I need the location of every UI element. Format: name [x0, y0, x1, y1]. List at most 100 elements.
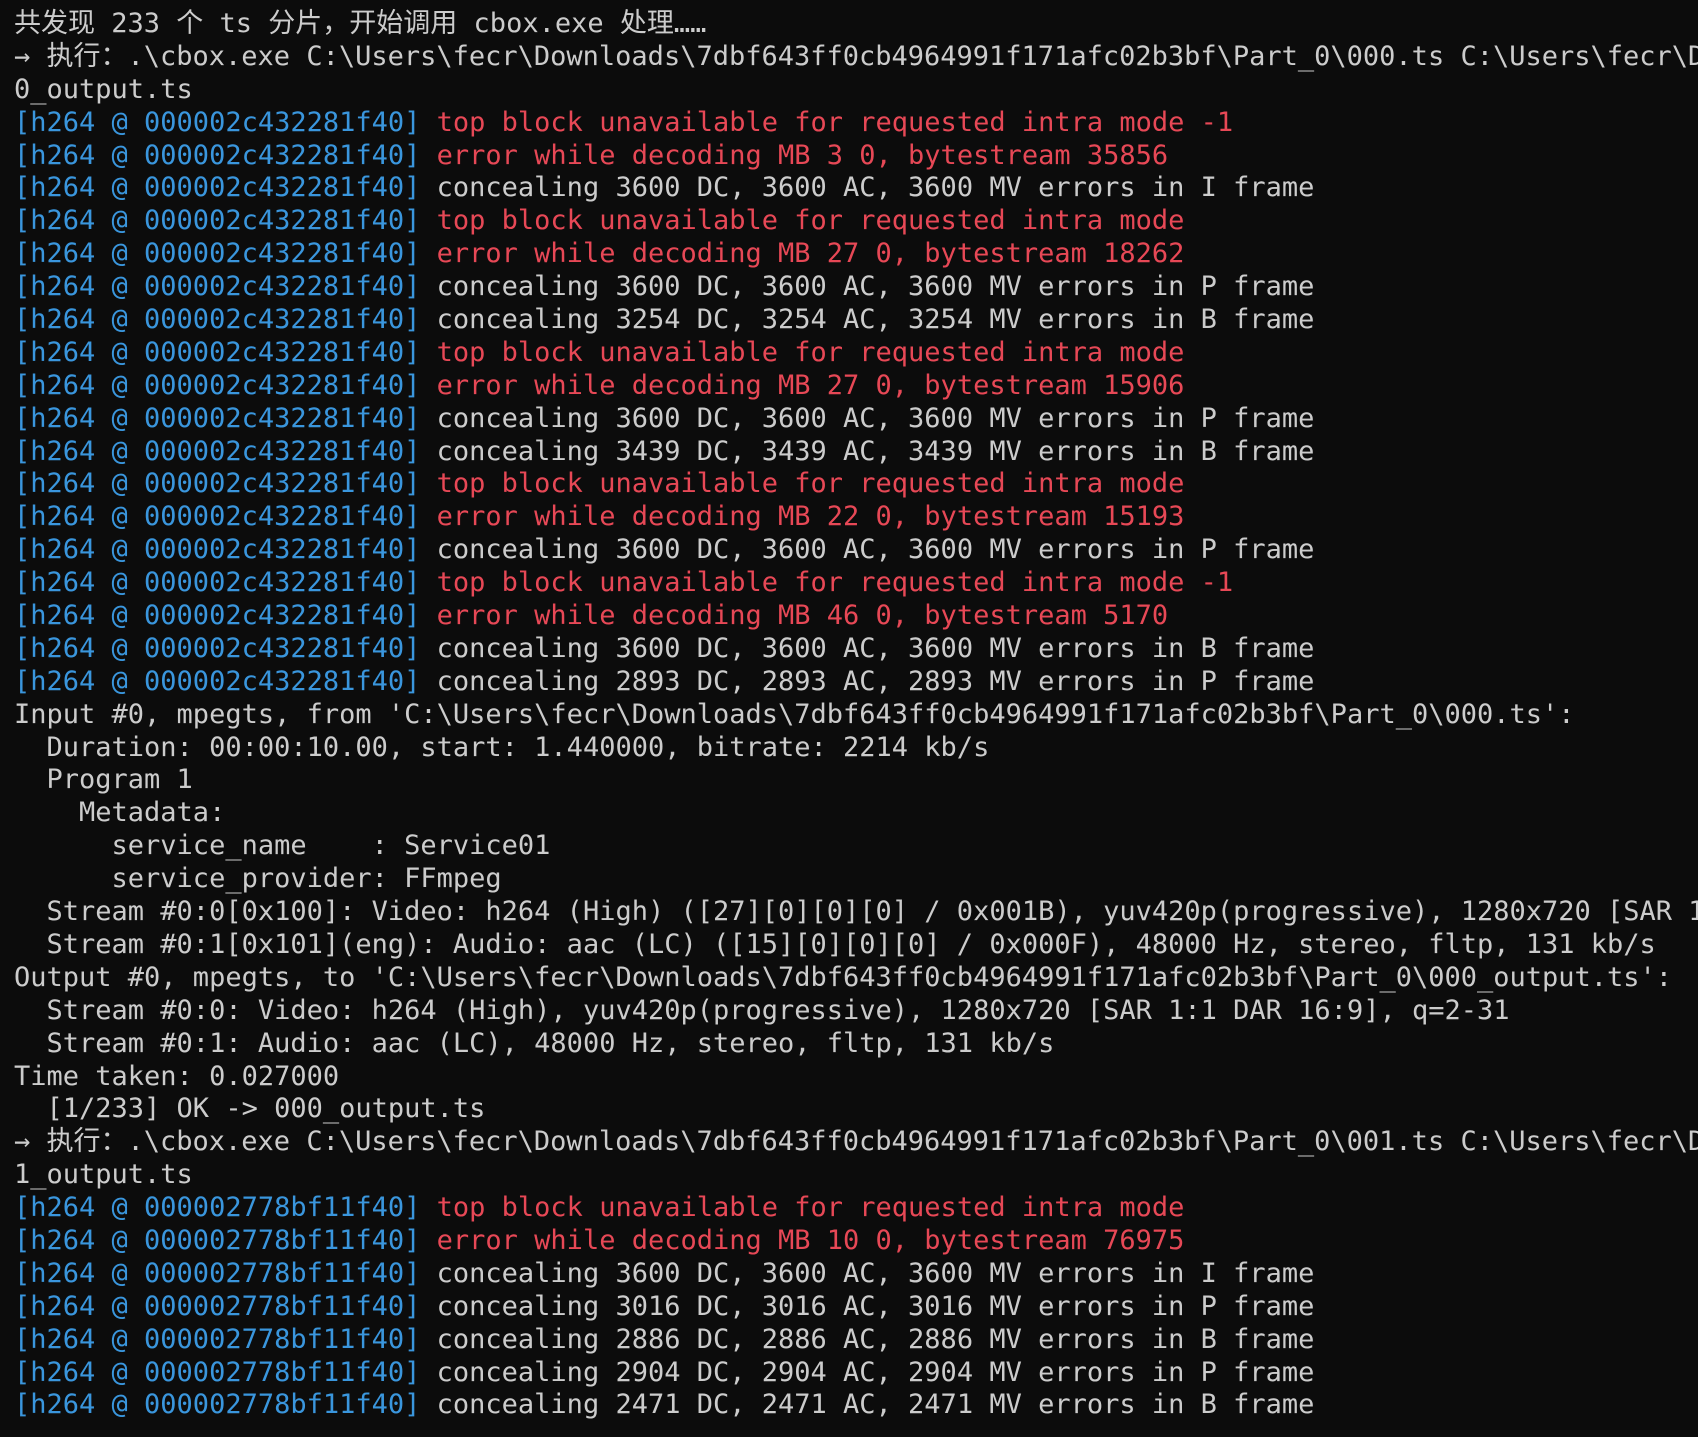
- log-text: concealing 3254 DC, 3254 AC, 3254 MV err…: [436, 304, 1315, 336]
- terminal-line: Duration: 00:00:10.00, start: 1.440000, …: [14, 732, 1698, 765]
- log-text: concealing 3600 DC, 3600 AC, 3600 MV err…: [436, 271, 1315, 303]
- terminal-line: [h264 @ 000002778bf11f40] concealing 301…: [14, 1291, 1698, 1324]
- terminal-output[interactable]: 共发现 233 个 ts 分片，开始调用 cbox.exe 处理…… → 执行：.…: [0, 0, 1698, 1437]
- log-text: Metadata:: [14, 797, 226, 829]
- log-source-tag: [h264 @ 000002c432281f40]: [14, 468, 437, 500]
- log-text: 0_output.ts: [14, 73, 193, 105]
- terminal-line: [h264 @ 000002c432281f40] concealing 360…: [14, 172, 1698, 205]
- terminal-line: [h264 @ 000002778bf11f40] concealing 360…: [14, 1258, 1698, 1291]
- terminal-line: [h264 @ 000002c432281f40] error while de…: [14, 501, 1698, 534]
- terminal-line: [h264 @ 000002c432281f40] concealing 289…: [14, 666, 1698, 699]
- log-error-text: error while decoding MB 10 0, bytestream…: [436, 1224, 1185, 1256]
- terminal-line: [h264 @ 000002c432281f40] top block unav…: [14, 107, 1698, 140]
- log-text: → 执行：.\cbox.exe C:\Users\fecr\Downloads\…: [14, 40, 1698, 72]
- terminal-line: [h264 @ 000002c432281f40] concealing 360…: [14, 271, 1698, 304]
- log-source-tag: [h264 @ 000002778bf11f40]: [14, 1323, 437, 1355]
- terminal-line: Metadata:: [14, 797, 1698, 830]
- log-error-text: error while decoding MB 46 0, bytestream…: [436, 600, 1169, 632]
- log-error-text: error while decoding MB 27 0, bytestream…: [436, 238, 1185, 270]
- log-source-tag: [h264 @ 000002778bf11f40]: [14, 1290, 437, 1322]
- terminal-line: [h264 @ 000002c432281f40] error while de…: [14, 600, 1698, 633]
- terminal-line: [h264 @ 000002778bf11f40] concealing 290…: [14, 1357, 1698, 1390]
- terminal-line: [h264 @ 000002c432281f40] top block unav…: [14, 337, 1698, 370]
- log-source-tag: [h264 @ 000002c432281f40]: [14, 336, 437, 368]
- terminal-line: [h264 @ 000002c432281f40] error while de…: [14, 140, 1698, 173]
- log-source-tag: [h264 @ 000002c432281f40]: [14, 106, 437, 138]
- log-text: Stream #0:1: Audio: aac (LC), 48000 Hz, …: [14, 1027, 1055, 1059]
- terminal-line: Stream #0:1[0x101](eng): Audio: aac (LC)…: [14, 929, 1698, 962]
- log-text: concealing 3600 DC, 3600 AC, 3600 MV err…: [436, 534, 1315, 566]
- log-text: concealing 2904 DC, 2904 AC, 2904 MV err…: [436, 1356, 1315, 1388]
- terminal-line: [h264 @ 000002c432281f40] top block unav…: [14, 468, 1698, 501]
- log-error-text: top block unavailable for requested intr…: [436, 468, 1185, 500]
- terminal-line: 0_output.ts: [14, 74, 1698, 107]
- terminal-line: [h264 @ 000002c432281f40] concealing 343…: [14, 436, 1698, 469]
- terminal-line: [h264 @ 000002c432281f40] concealing 360…: [14, 403, 1698, 436]
- log-error-text: top block unavailable for requested intr…: [436, 1192, 1185, 1224]
- log-error-text: top block unavailable for requested intr…: [436, 205, 1185, 237]
- log-text: concealing 2893 DC, 2893 AC, 2893 MV err…: [436, 665, 1315, 697]
- log-text: concealing 3600 DC, 3600 AC, 3600 MV err…: [436, 402, 1315, 434]
- terminal-line: [h264 @ 000002c432281f40] top block unav…: [14, 205, 1698, 238]
- log-error-text: top block unavailable for requested intr…: [436, 106, 1234, 138]
- log-source-tag: [h264 @ 000002778bf11f40]: [14, 1389, 437, 1421]
- log-text: concealing 3016 DC, 3016 AC, 3016 MV err…: [436, 1290, 1315, 1322]
- log-text: Output #0, mpegts, to 'C:\Users\fecr\Dow…: [14, 961, 1673, 993]
- log-text: 1_output.ts: [14, 1159, 193, 1191]
- terminal-line: Time taken: 0.027000: [14, 1061, 1698, 1094]
- log-text: → 执行：.\cbox.exe C:\Users\fecr\Downloads\…: [14, 1126, 1698, 1158]
- log-source-tag: [h264 @ 000002c432281f40]: [14, 632, 437, 664]
- log-source-tag: [h264 @ 000002c432281f40]: [14, 435, 437, 467]
- terminal-line: [1/233] OK -> 000_output.ts: [14, 1093, 1698, 1126]
- log-text: Duration: 00:00:10.00, start: 1.440000, …: [14, 731, 990, 763]
- terminal-line: [h264 @ 000002c432281f40] top block unav…: [14, 567, 1698, 600]
- terminal-line: Input #0, mpegts, from 'C:\Users\fecr\Do…: [14, 699, 1698, 732]
- log-source-tag: [h264 @ 000002c432281f40]: [14, 304, 437, 336]
- terminal-line: service_name : Service01: [14, 830, 1698, 863]
- log-source-tag: [h264 @ 000002c432281f40]: [14, 600, 437, 632]
- terminal-line: Program 1: [14, 764, 1698, 797]
- log-source-tag: [h264 @ 000002c432281f40]: [14, 205, 437, 237]
- log-text: service_name : Service01: [14, 830, 551, 862]
- log-text: service_provider: FFmpeg: [14, 863, 502, 895]
- log-source-tag: [h264 @ 000002778bf11f40]: [14, 1192, 437, 1224]
- log-error-text: error while decoding MB 27 0, bytestream…: [436, 369, 1185, 401]
- terminal-line: [h264 @ 000002c432281f40] concealing 360…: [14, 633, 1698, 666]
- log-source-tag: [h264 @ 000002c432281f40]: [14, 534, 437, 566]
- log-source-tag: [h264 @ 000002c432281f40]: [14, 369, 437, 401]
- log-text: Input #0, mpegts, from 'C:\Users\fecr\Do…: [14, 698, 1575, 730]
- log-text: Time taken: 0.027000: [14, 1060, 340, 1092]
- terminal-line: Stream #0:1: Audio: aac (LC), 48000 Hz, …: [14, 1028, 1698, 1061]
- log-source-tag: [h264 @ 000002c432281f40]: [14, 402, 437, 434]
- terminal-line: [h264 @ 000002778bf11f40] error while de…: [14, 1225, 1698, 1258]
- terminal-line: [h264 @ 000002778bf11f40] concealing 247…: [14, 1389, 1698, 1422]
- terminal-line: 1_output.ts: [14, 1159, 1698, 1192]
- log-source-tag: [h264 @ 000002778bf11f40]: [14, 1257, 437, 1289]
- log-error-text: top block unavailable for requested intr…: [436, 336, 1185, 368]
- log-text: Stream #0:0: Video: h264 (High), yuv420p…: [14, 994, 1510, 1026]
- terminal-line: [h264 @ 000002778bf11f40] concealing 288…: [14, 1324, 1698, 1357]
- log-source-tag: [h264 @ 000002c432281f40]: [14, 665, 437, 697]
- log-text: Stream #0:1[0x101](eng): Audio: aac (LC)…: [14, 928, 1656, 960]
- log-error-text: top block unavailable for requested intr…: [436, 567, 1234, 599]
- log-source-tag: [h264 @ 000002c432281f40]: [14, 139, 437, 171]
- log-text: concealing 2886 DC, 2886 AC, 2886 MV err…: [436, 1323, 1315, 1355]
- log-source-tag: [h264 @ 000002c432281f40]: [14, 238, 437, 270]
- log-text: Stream #0:0[0x100]: Video: h264 (High) (…: [14, 896, 1698, 928]
- log-text: 共发现 233 个 ts 分片，开始调用 cbox.exe 处理……: [14, 8, 707, 39]
- terminal-line: [h264 @ 000002c432281f40] error while de…: [14, 370, 1698, 403]
- terminal-line: service_provider: FFmpeg: [14, 863, 1698, 896]
- terminal-line: → 执行：.\cbox.exe C:\Users\fecr\Downloads\…: [14, 1126, 1698, 1159]
- log-error-text: error while decoding MB 3 0, bytestream …: [436, 139, 1169, 171]
- terminal-line: 共发现 233 个 ts 分片，开始调用 cbox.exe 处理……: [14, 8, 1698, 41]
- terminal-line: [h264 @ 000002778bf11f40] top block unav…: [14, 1192, 1698, 1225]
- log-source-tag: [h264 @ 000002778bf11f40]: [14, 1224, 437, 1256]
- log-source-tag: [h264 @ 000002c432281f40]: [14, 567, 437, 599]
- terminal-line: [h264 @ 000002c432281f40] concealing 325…: [14, 304, 1698, 337]
- log-text: concealing 3439 DC, 3439 AC, 3439 MV err…: [436, 435, 1315, 467]
- terminal-line: Output #0, mpegts, to 'C:\Users\fecr\Dow…: [14, 962, 1698, 995]
- log-text: concealing 2471 DC, 2471 AC, 2471 MV err…: [436, 1389, 1315, 1421]
- log-text: [1/233] OK -> 000_output.ts: [14, 1093, 486, 1125]
- terminal-line: Stream #0:0: Video: h264 (High), yuv420p…: [14, 995, 1698, 1028]
- log-error-text: error while decoding MB 22 0, bytestream…: [436, 501, 1185, 533]
